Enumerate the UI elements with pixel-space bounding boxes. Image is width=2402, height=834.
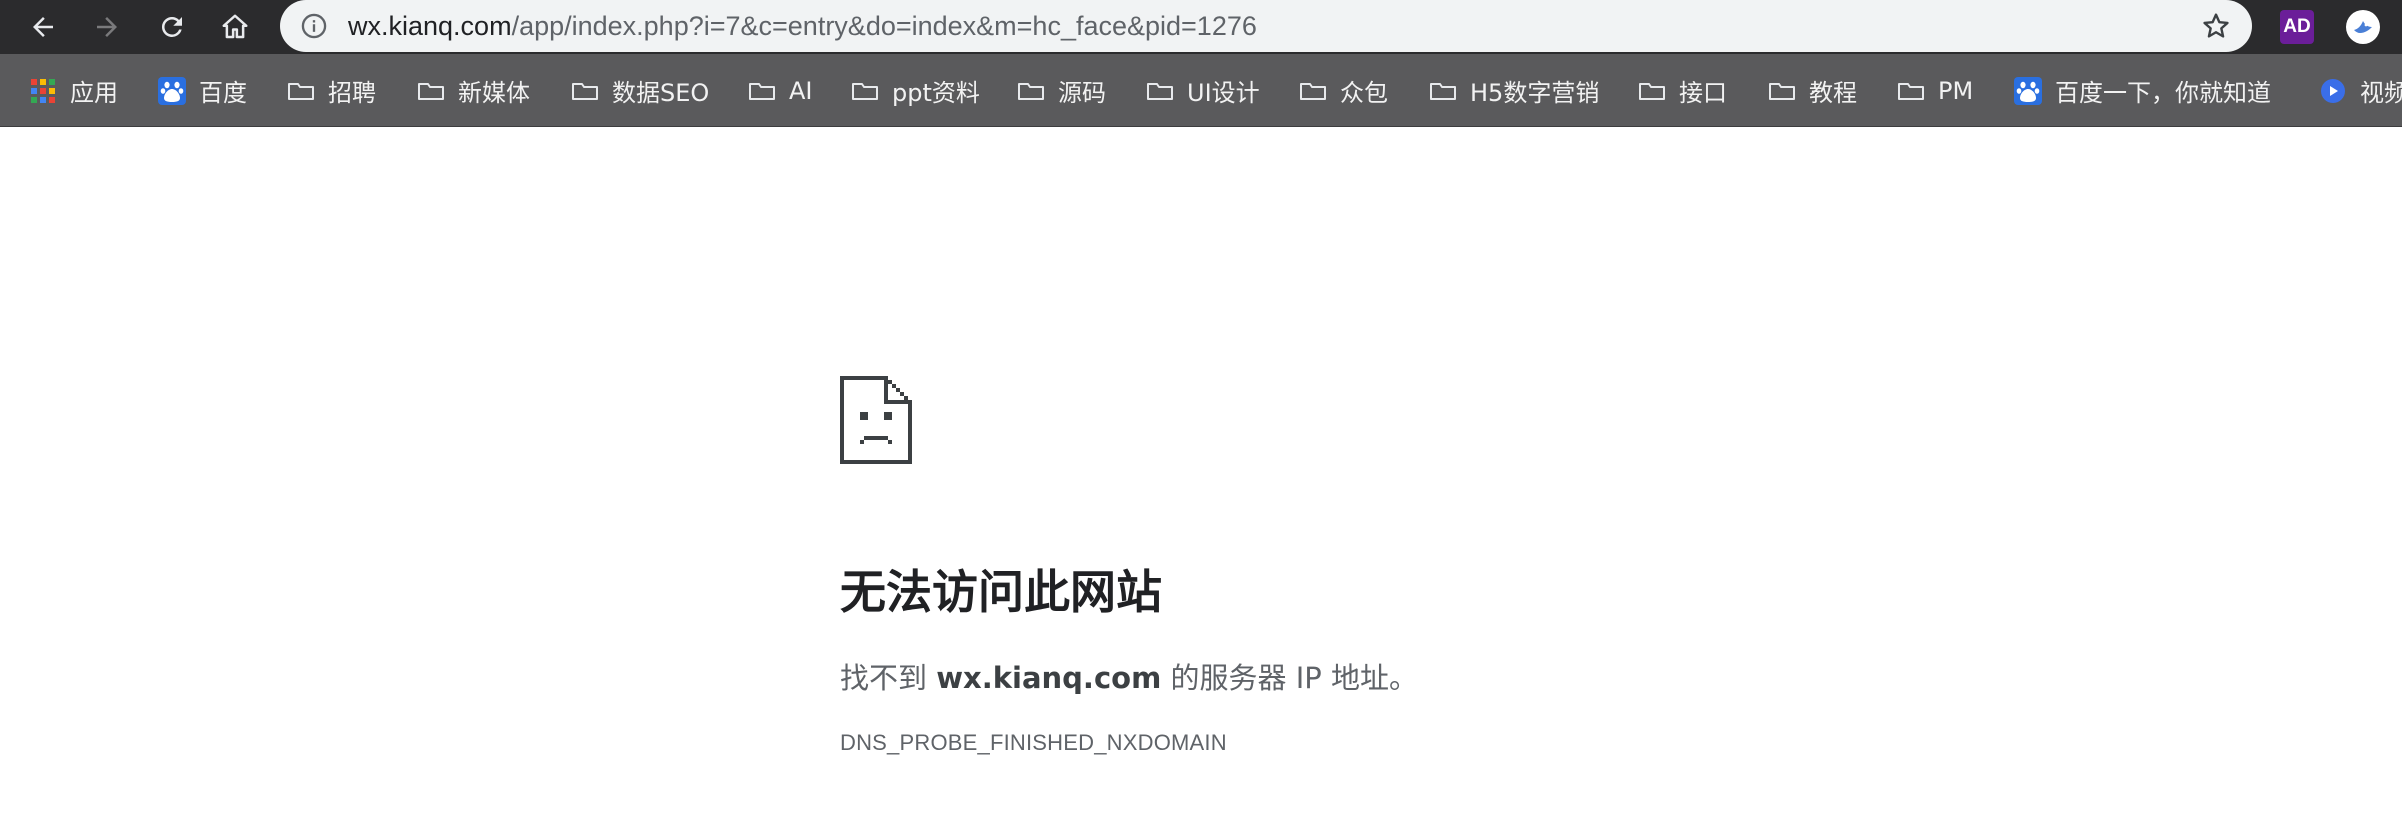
error-desc-suffix: 的服务器 IP 地址。 (1161, 661, 1418, 695)
error-desc-prefix: 找不到 (840, 661, 937, 695)
bird-extension-icon[interactable] (2346, 10, 2380, 44)
bookmark-folder-jiekou[interactable]: 接口 (1637, 54, 1727, 126)
baidu-paw-icon (2014, 76, 2042, 105)
reload-icon (161, 16, 182, 37)
back-button[interactable] (21, 5, 65, 49)
error-desc-host: wx.kianq.com (936, 661, 1162, 695)
video-icon (2321, 78, 2345, 103)
home-button[interactable] (213, 5, 257, 49)
bookmark-apps[interactable]: 应用 (28, 54, 118, 126)
bird-icon (2354, 21, 2372, 33)
bookmark-label: UI设计 (1187, 79, 1260, 107)
ad-extension-label: AD (2283, 16, 2311, 37)
bookmark-label: 应用 (70, 79, 118, 107)
bookmark-label: 数据SEO (612, 79, 710, 107)
folder-icon (288, 82, 314, 100)
bookmark-label: 招聘 (328, 79, 376, 107)
reload-button[interactable] (150, 5, 194, 49)
bookmark-baidu-search[interactable]: 百度一下，你就知道 (2013, 54, 2271, 126)
baidu-paw-icon (158, 76, 186, 105)
bookmark-video[interactable]: 视频 (2318, 54, 2402, 126)
bookmark-folder-shuju-seo[interactable]: 数据SEO (570, 54, 710, 126)
arrow-right-icon (97, 17, 117, 37)
folder-icon (418, 82, 444, 100)
bookmarks-bar: 应用 百度 招聘 新媒体 数据SEO AI ppt资料 源码 UI设计 众包 H… (0, 54, 2402, 127)
bookmark-label: 众包 (1340, 79, 1388, 107)
folder-icon (1769, 82, 1795, 100)
folder-icon (1898, 82, 1924, 100)
folder-icon (572, 82, 598, 100)
error-code: DNS_PROBE_FINISHED_NXDOMAIN (840, 730, 1227, 755)
ad-extension-icon[interactable]: AD (2280, 10, 2314, 44)
bookmark-folder-zhaopin[interactable]: 招聘 (286, 54, 376, 126)
home-icon (222, 14, 248, 39)
bookmark-label: ppt资料 (892, 79, 980, 107)
bookmark-label: AI (789, 76, 813, 105)
folder-icon (1018, 82, 1044, 100)
folder-icon (1430, 82, 1456, 100)
bookmark-label: 源码 (1058, 79, 1106, 107)
folder-icon (1300, 82, 1326, 100)
bookmark-folder-ui[interactable]: UI设计 (1145, 54, 1260, 126)
folder-icon (1147, 82, 1173, 100)
star-icon[interactable] (2200, 10, 2232, 42)
apps-grid-icon (31, 78, 55, 103)
url-text[interactable]: wx.kianq.com/app/index.php?i=7&c=entry&d… (348, 0, 1257, 52)
bookmark-folder-h5[interactable]: H5数字营销 (1428, 54, 1600, 126)
arrow-left-icon (33, 17, 53, 37)
bookmark-label: PM (1938, 76, 1974, 105)
bookmark-baidu[interactable]: 百度 (157, 54, 247, 126)
bookmark-label: 教程 (1809, 79, 1857, 107)
bookmark-label: 接口 (1679, 79, 1727, 107)
url-host: wx.kianq.com (348, 11, 512, 41)
bookmark-folder-xinmeiti[interactable]: 新媒体 (416, 54, 530, 126)
info-icon[interactable] (300, 12, 328, 40)
browser-toolbar: wx.kianq.com/app/index.php?i=7&c=entry&d… (0, 0, 2402, 54)
bookmark-folder-yuanma[interactable]: 源码 (1016, 54, 1106, 126)
bookmark-label: 百度一下，你就知道 (2055, 79, 2271, 107)
bookmark-folder-zhongbao[interactable]: 众包 (1298, 54, 1388, 126)
error-description: 找不到 wx.kianq.com 的服务器 IP 地址。 (840, 655, 1418, 697)
folder-icon (1639, 82, 1665, 100)
bookmark-label: 新媒体 (458, 79, 530, 107)
error-title: 无法访问此网站 (840, 565, 1162, 619)
sad-document-icon (840, 376, 912, 464)
bookmark-label: 百度 (199, 79, 247, 107)
url-path: /app/index.php?i=7&c=entry&do=index&m=hc… (511, 11, 1257, 41)
bookmark-label: H5数字营销 (1470, 79, 1600, 107)
bookmark-folder-pm[interactable]: PM (1896, 54, 1974, 126)
folder-icon (852, 82, 878, 100)
bookmark-label: 视频 (2360, 79, 2402, 107)
bookmark-folder-jiaocheng[interactable]: 教程 (1767, 54, 1857, 126)
address-bar[interactable]: wx.kianq.com/app/index.php?i=7&c=entry&d… (280, 0, 2252, 52)
bookmark-folder-ai[interactable]: AI (747, 54, 813, 126)
folder-icon (749, 82, 775, 100)
bookmark-folder-ppt[interactable]: ppt资料 (850, 54, 980, 126)
forward-button[interactable] (85, 5, 129, 49)
